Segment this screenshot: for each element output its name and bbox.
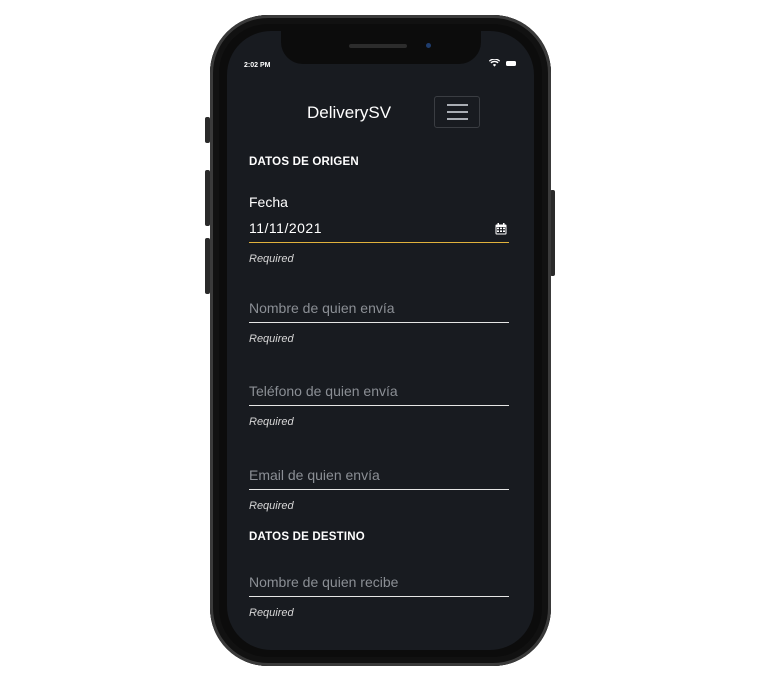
sender-phone-placeholder: Teléfono de quien envía [249, 383, 398, 399]
wifi-icon [489, 59, 500, 67]
status-icons [489, 59, 516, 67]
phone-frame: 2:02 PM DeliverySV DATOS DE ORIGEN Fecha… [210, 15, 551, 666]
sender-email-hint: Required [249, 500, 294, 512]
receiver-name-placeholder: Nombre de quien recibe [249, 574, 399, 590]
sender-email-placeholder: Email de quien envía [249, 467, 380, 483]
hamburger-icon [446, 104, 468, 106]
sender-phone-input[interactable]: Teléfono de quien envía [249, 379, 509, 406]
hamburger-icon [446, 118, 468, 120]
receiver-name-hint: Required [249, 607, 294, 619]
sender-phone-hint: Required [249, 416, 294, 428]
date-label: Fecha [249, 194, 288, 210]
status-time: 2:02 PM [244, 62, 271, 69]
notch [281, 31, 481, 64]
destination-section-title: DATOS DE DESTINO [249, 531, 365, 543]
date-input[interactable]: 11/11/2021 [249, 216, 509, 243]
hamburger-icon [446, 111, 468, 113]
stage: 2:02 PM DeliverySV DATOS DE ORIGEN Fecha… [0, 0, 768, 683]
date-hint: Required [249, 253, 294, 265]
origin-section-title: DATOS DE ORIGEN [249, 156, 359, 168]
calendar-icon[interactable] [495, 222, 507, 240]
battery-icon [506, 60, 516, 66]
menu-toggle-button[interactable] [434, 96, 480, 128]
date-value: 11/11/2021 [249, 220, 322, 236]
receiver-name-input[interactable]: Nombre de quien recibe [249, 570, 509, 597]
front-camera [426, 43, 431, 48]
sender-name-hint: Required [249, 333, 294, 345]
speaker-grille [349, 44, 407, 48]
app-title[interactable]: DeliverySV [307, 103, 391, 123]
sender-email-input[interactable]: Email de quien envía [249, 463, 509, 490]
sender-name-placeholder: Nombre de quien envía [249, 300, 395, 316]
sender-name-input[interactable]: Nombre de quien envía [249, 296, 509, 323]
phone-screen: 2:02 PM DeliverySV DATOS DE ORIGEN Fecha… [227, 31, 534, 650]
